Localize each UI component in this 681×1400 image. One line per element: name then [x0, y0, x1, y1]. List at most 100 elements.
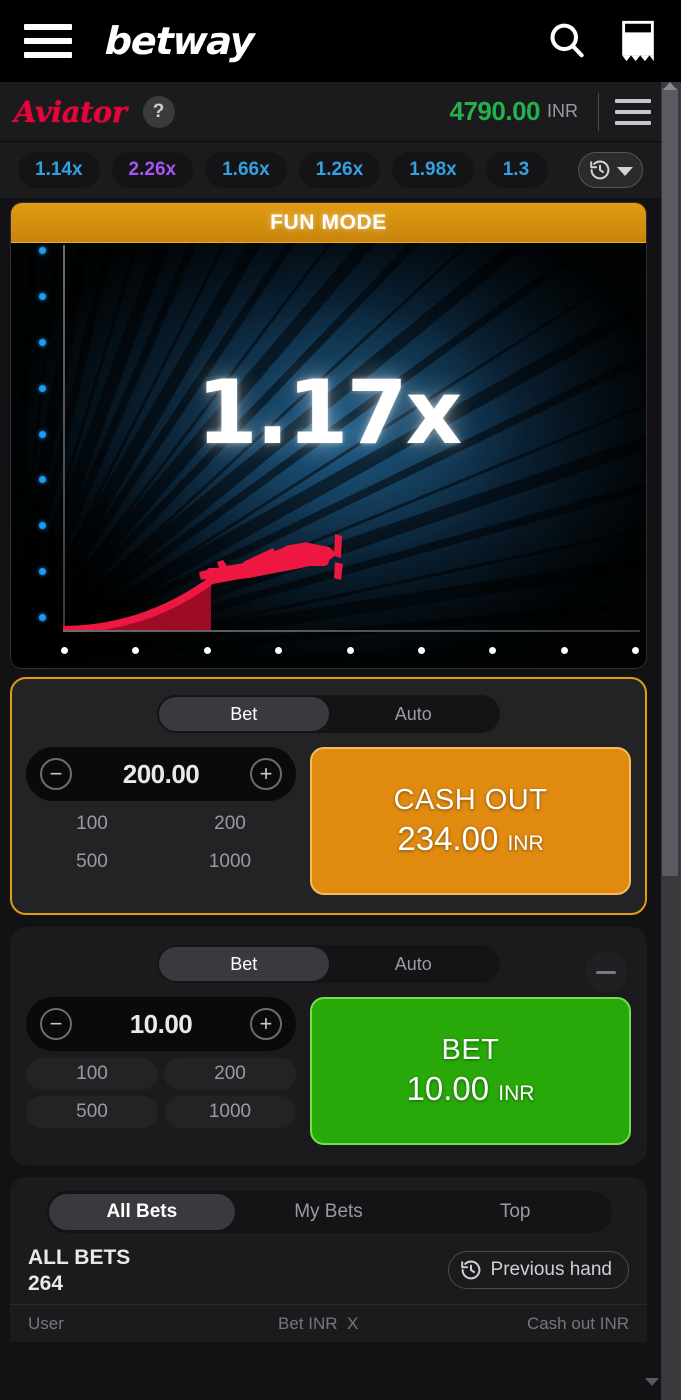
tab-all-bets[interactable]: All Bets	[48, 1194, 236, 1230]
tab-bet[interactable]: Bet	[159, 697, 329, 731]
history-chip[interactable]: 2.26x	[111, 152, 194, 188]
x-axis-tick	[203, 647, 211, 654]
previous-hand-button[interactable]: Previous hand	[447, 1251, 629, 1289]
scroll-up-arrow-icon[interactable]	[663, 82, 677, 90]
betway-header: betway	[0, 0, 681, 82]
x-axis-tick	[489, 647, 497, 654]
x-axis-tick	[560, 647, 568, 654]
history-chip[interactable]: 1.98x	[392, 152, 474, 188]
bet-amount: 10.00	[406, 1070, 490, 1107]
bets-scrollbar[interactable]	[645, 1340, 659, 1400]
panel2-collapse-button[interactable]	[585, 951, 627, 993]
history-chip[interactable]: 1.26x	[298, 152, 381, 188]
x-axis-tick	[632, 647, 639, 654]
place-bet-button[interactable]: BET 10.00 INR	[310, 997, 631, 1145]
header-actions	[545, 18, 657, 64]
y-axis-tick	[39, 522, 46, 530]
quick-amount-button[interactable]: 200	[164, 808, 296, 840]
plus-circle-icon[interactable]: +	[250, 758, 282, 790]
betslip-icon[interactable]	[619, 18, 657, 64]
aviator-logo: Aviator	[14, 94, 127, 129]
bets-tabs: All Bets My Bets Top	[45, 1191, 612, 1233]
multiplier-history: 1.14x 2.26x 1.66x 1.26x 1.98x 1.3	[0, 142, 681, 198]
history-chip[interactable]: 1.3	[485, 152, 548, 188]
y-axis-tick	[39, 338, 46, 346]
quick-amount-button[interactable]: 500	[26, 846, 158, 878]
bet-currency: INR	[498, 1082, 535, 1105]
x-axis-line	[63, 630, 640, 632]
previous-hand-label: Previous hand	[490, 1259, 612, 1280]
quick-amount-button[interactable]: 1000	[164, 1096, 296, 1128]
y-axis-tick	[39, 614, 46, 621]
y-axis-tick	[39, 568, 46, 576]
balance-currency: INR	[547, 101, 578, 121]
search-icon[interactable]	[545, 19, 589, 63]
panel2-quick-amounts: 100 200 500 1000	[26, 1058, 296, 1128]
tab-bet[interactable]: Bet	[159, 947, 329, 981]
balance-display: 4790.00 INR	[449, 92, 665, 131]
tab-top[interactable]: Top	[422, 1194, 609, 1230]
page-scrollbar-track[interactable]	[661, 82, 681, 1400]
aviator-game-page: betway Aviator ? 4790.00 INR 1.14x 2.26x…	[0, 0, 681, 1400]
quick-amount-button[interactable]: 500	[26, 1096, 158, 1128]
tab-auto[interactable]: Auto	[329, 947, 499, 981]
quick-amount-button[interactable]: 1000	[164, 846, 296, 878]
tab-auto[interactable]: Auto	[329, 697, 499, 731]
minus-circle-icon[interactable]: −	[40, 758, 72, 790]
y-axis-tick	[39, 292, 46, 300]
panel2-mode-tabs: Bet Auto	[157, 945, 500, 983]
quick-amount-button[interactable]: 100	[26, 1058, 158, 1090]
all-bets-summary: ALL BETS 264	[28, 1245, 130, 1296]
plus-circle-icon[interactable]: +	[249, 1008, 282, 1040]
minus-circle-icon[interactable]: −	[40, 1008, 72, 1040]
bets-summary: ALL BETS 264 Previous hand	[10, 1233, 647, 1304]
y-axis-tick	[39, 476, 46, 484]
svg-text:X: X	[307, 547, 320, 566]
help-button[interactable]: ?	[142, 95, 175, 128]
x-axis-tick	[275, 647, 283, 654]
cash-out-amount-row: 234.00 INR	[397, 820, 543, 858]
quick-amount-button[interactable]: 200	[164, 1058, 296, 1090]
x-axis-tick	[346, 647, 354, 654]
column-bet: Bet INR X	[278, 1313, 359, 1333]
tab-my-bets[interactable]: My Bets	[235, 1194, 422, 1230]
chevron-down-icon	[617, 166, 633, 176]
minus-icon	[596, 970, 616, 974]
history-clock-icon	[590, 160, 610, 180]
bets-section: All Bets My Bets Top ALL BETS 264 Previo…	[10, 1177, 647, 1343]
y-axis-tick	[39, 247, 46, 254]
panel1-mode-tabs: Bet Auto	[157, 695, 500, 733]
page-scrollbar-thumb[interactable]	[662, 88, 678, 876]
panel1-stake-column: − 200.00 + 100 200 500 1000	[26, 747, 296, 878]
all-bets-heading: ALL BETS	[28, 1246, 131, 1269]
history-clock-icon	[460, 1260, 480, 1280]
balance-amount: 4790.00	[449, 96, 541, 126]
bet-panels: Bet Auto − 200.00 + 100 200 500 1000 CAS…	[0, 669, 681, 1165]
betway-logo: betway	[104, 19, 255, 63]
bet-panel-1: Bet Auto − 200.00 + 100 200 500 1000 CAS…	[10, 677, 647, 915]
plane-icon: X	[199, 534, 343, 582]
current-multiplier: 1.17x	[196, 361, 463, 464]
cash-out-currency: INR	[507, 832, 544, 855]
x-axis-ticks	[61, 647, 639, 654]
history-chip[interactable]: 1.66x	[205, 152, 287, 188]
history-chip[interactable]: 1.14x	[18, 152, 100, 188]
scroll-down-arrow-icon[interactable]	[645, 1378, 659, 1386]
game-menu-icon[interactable]	[615, 98, 651, 125]
cash-out-button[interactable]: CASH OUT 234.00 INR	[310, 747, 631, 895]
x-axis-tick	[132, 647, 140, 654]
history-toggle-button[interactable]	[578, 152, 643, 188]
panel1-quick-amounts: 100 200 500 1000	[26, 808, 296, 878]
column-cashout: Cash out INR	[526, 1313, 629, 1333]
bet-amount-row: 10.00 INR	[407, 1070, 535, 1108]
panel2-stake-value[interactable]: 10.00	[130, 1009, 193, 1040]
main-menu-icon[interactable]	[24, 24, 72, 58]
bets-table-header: User Bet INR X Cash out INR	[10, 1304, 647, 1342]
aviator-header: Aviator ? 4790.00 INR	[0, 82, 681, 142]
panel2-stake-stepper: − 10.00 +	[26, 997, 296, 1051]
quick-amount-button[interactable]: 100	[26, 808, 158, 840]
game-canvas[interactable]: X 1.17x	[11, 243, 646, 668]
game-canvas-container: FUN MODE X 1.17x	[10, 202, 647, 669]
all-bets-count: 264	[28, 1271, 64, 1295]
panel1-stake-value[interactable]: 200.00	[123, 759, 200, 790]
